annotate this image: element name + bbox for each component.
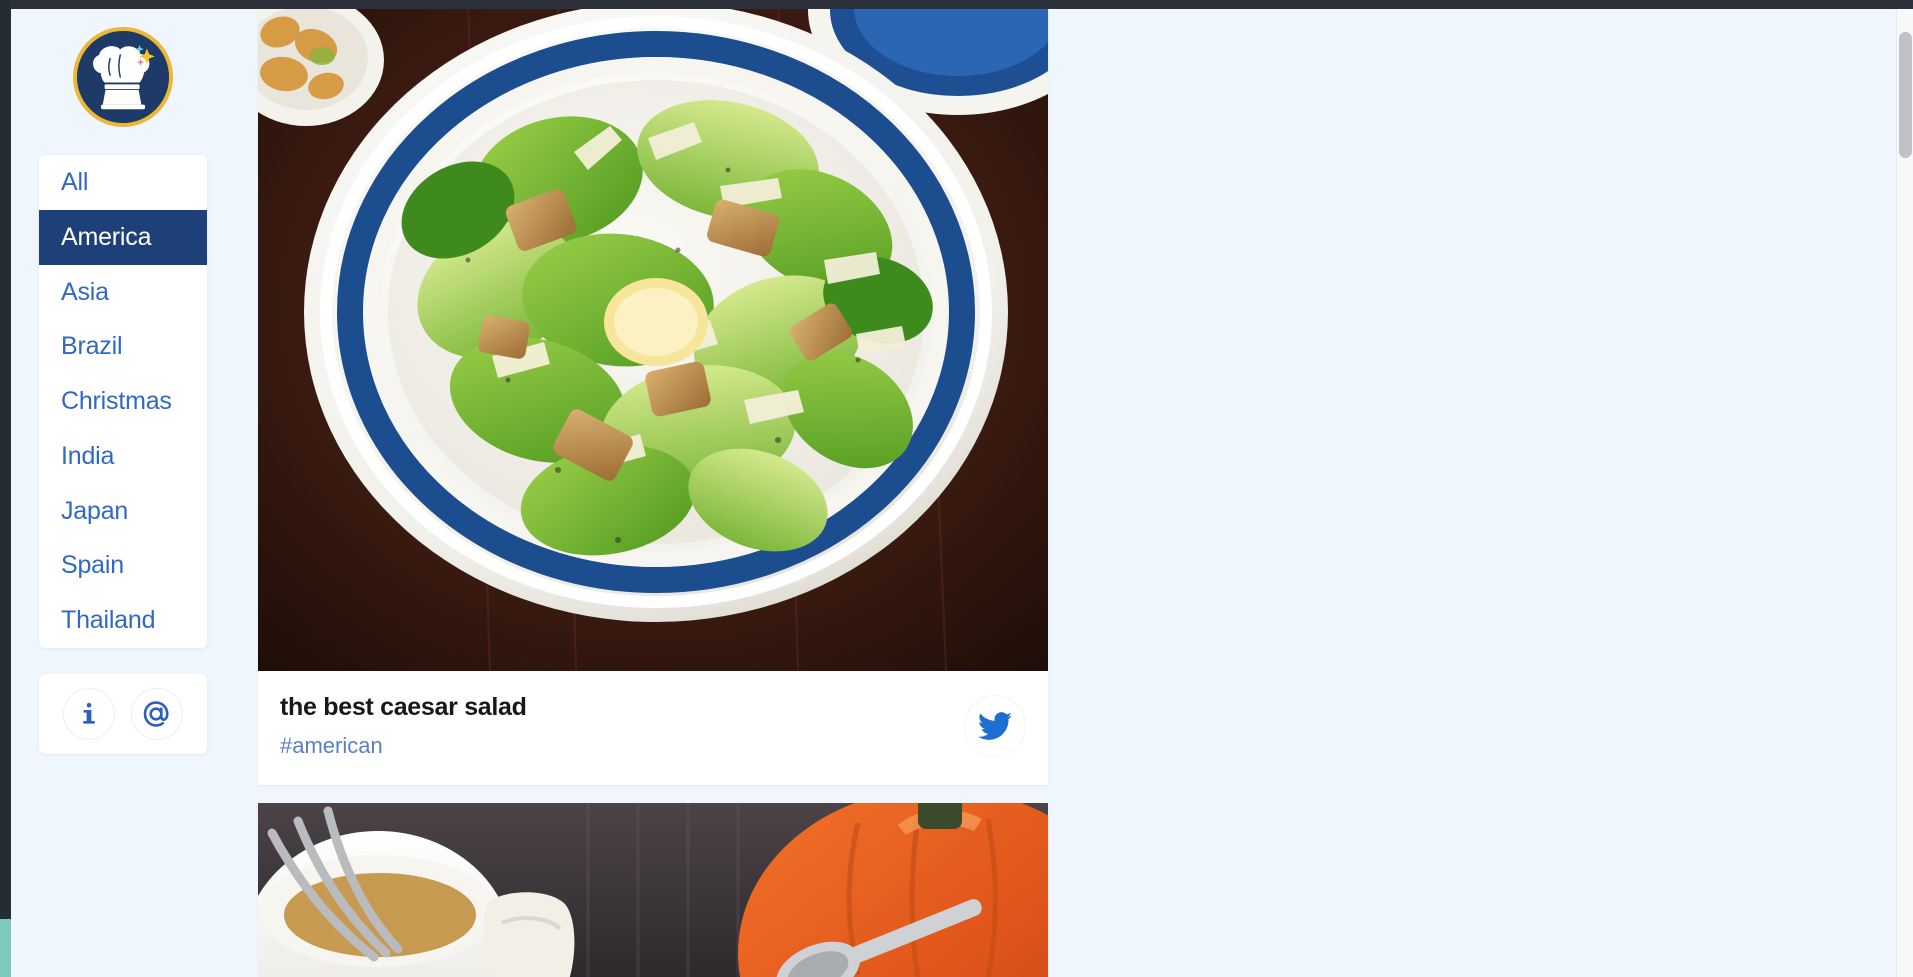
- recipe-tag[interactable]: #american: [280, 733, 527, 759]
- chef-hat-logo[interactable]: [73, 27, 173, 127]
- sidebar-item-brazil[interactable]: Brazil: [39, 319, 207, 374]
- window-top-bar: [0, 0, 1913, 9]
- at-icon: [142, 699, 172, 729]
- sidebar: All America Asia Brazil Christmas India …: [39, 9, 207, 754]
- sidebar-utility-bar: [39, 673, 207, 754]
- sidebar-item-christmas[interactable]: Christmas: [39, 374, 207, 429]
- sidebar-item-all[interactable]: All: [39, 155, 207, 210]
- sidebar-item-thailand[interactable]: Thailand: [39, 593, 207, 648]
- sidebar-item-spain[interactable]: Spain: [39, 538, 207, 593]
- recipe-meta: the best caesar salad #american: [258, 671, 1048, 785]
- twitter-share-button[interactable]: [964, 695, 1026, 757]
- caesar-salad-photo[interactable]: [258, 9, 1048, 671]
- sidebar-item-america[interactable]: America: [39, 209, 207, 265]
- scrollbar-thumb[interactable]: [1899, 32, 1912, 158]
- sidebar-item-india[interactable]: India: [39, 428, 207, 484]
- recipe-card[interactable]: [258, 803, 1048, 977]
- sidebar-item-japan[interactable]: Japan: [39, 483, 207, 539]
- window-left-bar: [0, 0, 11, 977]
- page-surface: All America Asia Brazil Christmas India …: [11, 9, 1895, 977]
- category-nav: All America Asia Brazil Christmas India …: [39, 155, 207, 648]
- contact-button[interactable]: [131, 687, 183, 740]
- recipe-feed: the best caesar salad #american: [258, 9, 1048, 977]
- recipe-title: the best caesar salad: [280, 693, 527, 721]
- recipe-text: the best caesar salad #american: [280, 693, 527, 759]
- info-icon: [76, 701, 102, 727]
- browser-viewport: All America Asia Brazil Christmas India …: [0, 0, 1913, 977]
- twitter-icon: [978, 709, 1012, 743]
- pumpkin-bowl-photo[interactable]: [258, 803, 1048, 977]
- vertical-scrollbar[interactable]: [1896, 9, 1913, 977]
- recipe-card[interactable]: the best caesar salad #american: [258, 9, 1048, 785]
- window-left-accent: [0, 919, 11, 977]
- info-button[interactable]: [63, 687, 115, 740]
- sidebar-item-asia[interactable]: Asia: [39, 264, 207, 320]
